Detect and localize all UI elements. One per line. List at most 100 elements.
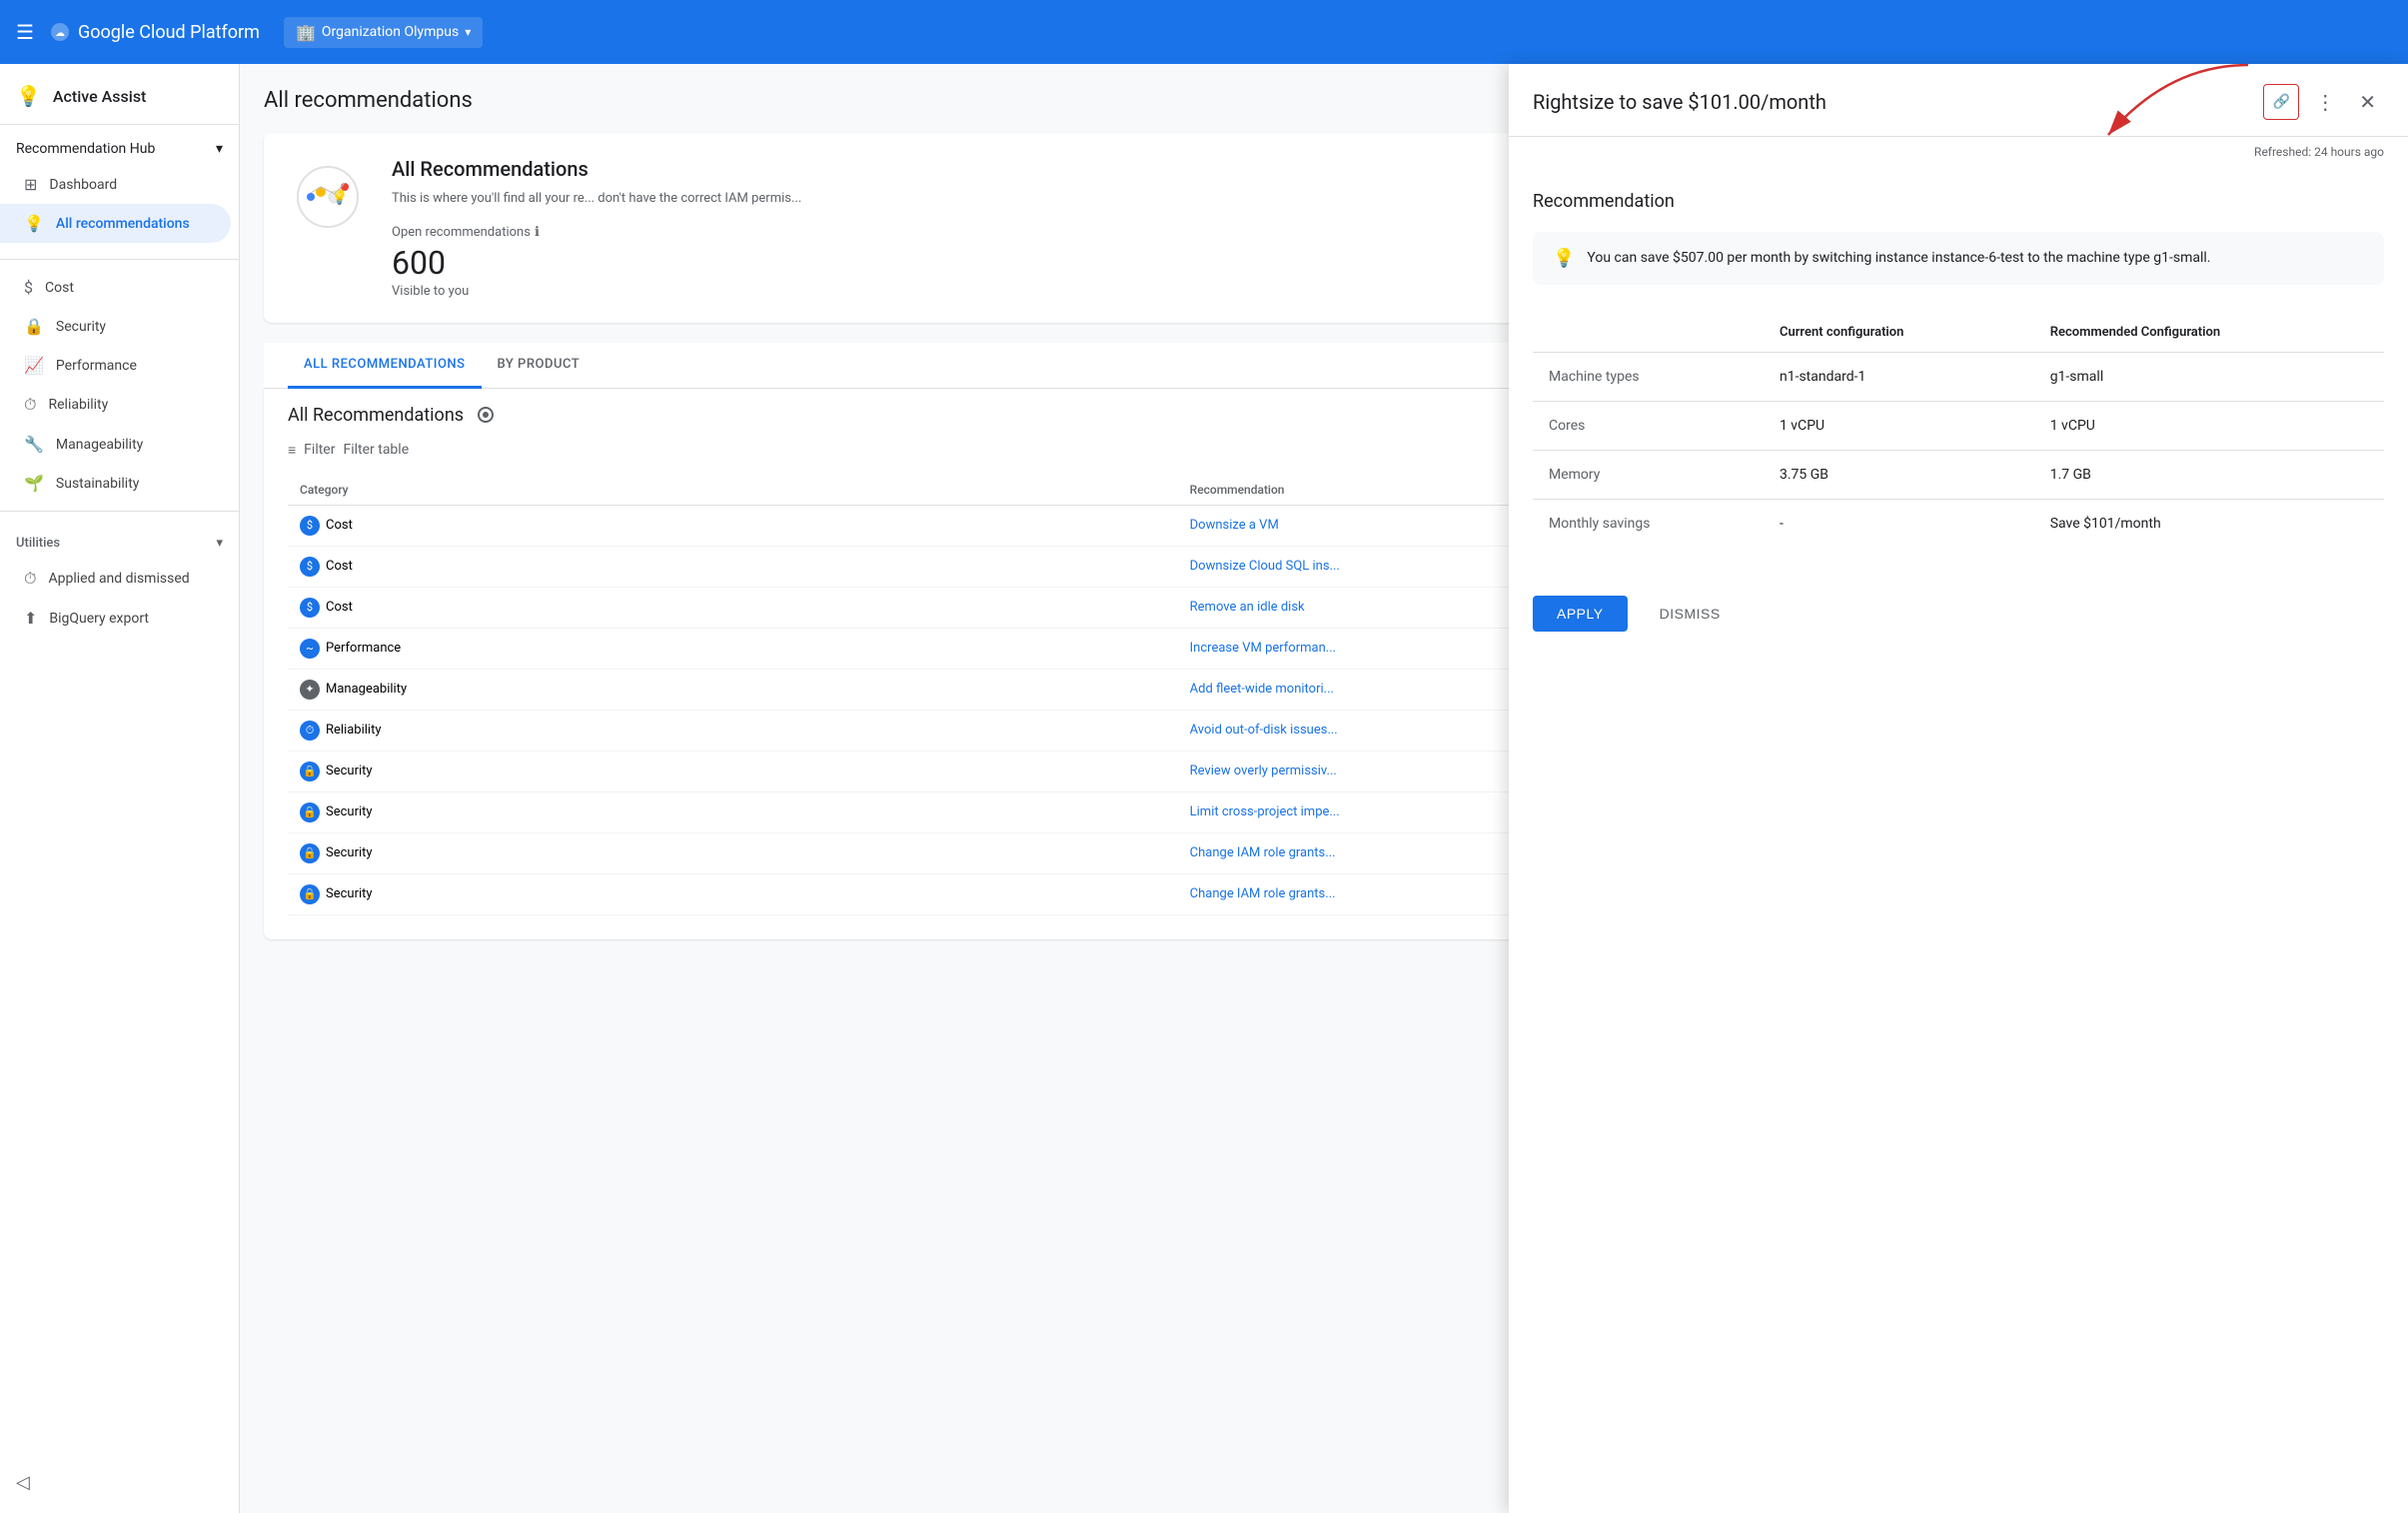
config-row-label: Monthly savings [1533, 500, 1764, 549]
config-recommended: 1 vCPU [2034, 402, 2384, 451]
panel-title: Rightsize to save $101.00/month [1533, 90, 1826, 114]
sidebar-title: Active Assist [53, 87, 146, 106]
utilities-label: Utilities [16, 536, 60, 551]
recommendation-link[interactable]: Add fleet-wide monitori... [1190, 682, 1334, 697]
kebab-menu-button[interactable]: ⋮ [2307, 86, 2343, 118]
config-row: Machine types n1-standard-1 g1-small [1533, 353, 2384, 402]
category-icon: 🔒 [300, 802, 320, 822]
sidebar-item-applied-dismissed[interactable]: ⏱ Applied and dismissed [0, 559, 231, 599]
category-label: Security [326, 763, 373, 778]
recommendation-link[interactable]: Remove an idle disk [1190, 600, 1305, 615]
recommendation-link[interactable]: Increase VM performan... [1190, 641, 1336, 656]
filter-table-label[interactable]: Filter table [343, 442, 409, 458]
recommendation-link[interactable]: Limit cross-project impe... [1190, 804, 1340, 819]
svg-text:💡: 💡 [331, 189, 348, 206]
applied-icon: ⏱ [24, 569, 36, 589]
copy-link-button[interactable]: 🔗 [2263, 84, 2299, 120]
sidebar-item-all-recommendations[interactable]: 💡 All recommendations [0, 204, 231, 243]
category-cell: $ Cost [288, 587, 1178, 628]
config-current: n1-standard-1 [1764, 353, 2034, 402]
link-icon: 🔗 [2273, 94, 2290, 110]
app-title: Google Cloud Platform [78, 22, 260, 43]
category-cell: 🔒 Security [288, 751, 1178, 791]
sidebar-item-reliability-label: Reliability [48, 397, 108, 413]
sidebar-item-reliability[interactable]: ⏱ Reliability [0, 385, 231, 425]
security-icon: 🔒 [24, 317, 44, 336]
category-cell: 🔒 Security [288, 873, 1178, 914]
tab-by-product[interactable]: BY PRODUCT [482, 343, 597, 389]
tab-all-recommendations[interactable]: ALL RECOMMENDATIONS [288, 343, 482, 389]
sidebar-item-sustainability[interactable]: 🌱 Sustainability [0, 464, 231, 503]
summary-icon-area: 💡 [288, 157, 368, 237]
category-icon: $ [300, 557, 320, 577]
sidebar-item-bigquery-export[interactable]: ⬆ BigQuery export [0, 599, 231, 638]
config-row-label: Memory [1533, 451, 1764, 500]
config-current: 3.75 GB [1764, 451, 2034, 500]
cost-icon: $ [24, 278, 33, 297]
config-recommended: Save $101/month [2034, 500, 2384, 549]
sidebar-item-sustainability-label: Sustainability [56, 476, 139, 492]
info-banner: 💡 You can save $507.00 per month by swit… [1533, 232, 2384, 285]
info-icon[interactable]: ℹ [535, 225, 540, 240]
category-cell: ✦ Manageability [288, 669, 1178, 710]
hamburger-menu[interactable]: ☰ [16, 20, 34, 44]
config-current: - [1764, 500, 2034, 549]
panel-footer: APPLY DISMISS [1509, 572, 2408, 656]
sidebar-item-applied-label: Applied and dismissed [48, 571, 189, 587]
category-label: Reliability [326, 723, 382, 738]
sidebar-item-cost[interactable]: $ Cost [0, 268, 231, 307]
category-label: Cost [326, 518, 353, 533]
recommendation-link[interactable]: Change IAM role grants... [1190, 886, 1336, 901]
category-cell: ~ Performance [288, 628, 1178, 669]
sustainability-icon: 🌱 [24, 474, 44, 493]
dismiss-button[interactable]: DISMISS [1644, 596, 1737, 632]
sidebar-item-dashboard[interactable]: ⊞ Dashboard [0, 165, 231, 204]
config-col-recommended: Recommended Configuration [2034, 313, 2384, 353]
category-label: Manageability [326, 682, 407, 697]
sidebar-item-bigquery-label: BigQuery export [49, 611, 149, 627]
apply-button[interactable]: APPLY [1533, 596, 1628, 632]
close-panel-button[interactable]: ✕ [2351, 86, 2384, 118]
filter-label[interactable]: Filter [304, 442, 335, 458]
config-current: 1 vCPU [1764, 402, 2034, 451]
panel-body: Recommendation 💡 You can save $507.00 pe… [1509, 167, 2408, 572]
sidebar-header: 💡 Active Assist [0, 64, 239, 125]
open-recs-count: 600 [392, 244, 801, 282]
sidebar-item-dashboard-label: Dashboard [49, 177, 117, 193]
summary-title: All Recommendations [392, 157, 801, 181]
panel-header: Rightsize to save $101.00/month 🔗 ⋮ ✕ [1509, 64, 2408, 137]
recommendation-link[interactable]: Downsize Cloud SQL ins... [1190, 559, 1340, 574]
sidebar-item-manageability[interactable]: 🔧 Manageability [0, 425, 231, 464]
info-text: You can save $507.00 per month by switch… [1587, 248, 2210, 269]
config-row-label: Machine types [1533, 353, 1764, 402]
recommendation-link[interactable]: Avoid out-of-disk issues... [1190, 723, 1338, 738]
config-recommended: 1.7 GB [2034, 451, 2384, 500]
utilities-section: Utilities ▾ ⏱ Applied and dismissed ⬆ Bi… [0, 520, 239, 646]
recommendation-hub-header[interactable]: Recommendation Hub ▾ [0, 133, 239, 165]
sidebar-item-all-recs-label: All recommendations [56, 216, 190, 232]
sidebar-item-performance[interactable]: 📈 Performance [0, 346, 231, 385]
open-recs: Open recommendations ℹ 600 Visible to yo… [392, 225, 801, 299]
category-label: Security [326, 886, 373, 901]
config-row: Memory 3.75 GB 1.7 GB [1533, 451, 2384, 500]
sidebar-item-cost-label: Cost [45, 280, 74, 296]
category-cell: 🔒 Security [288, 791, 1178, 832]
org-chevron-icon: ▾ [465, 25, 471, 39]
org-selector[interactable]: 🏢 Organization Olympus ▾ [284, 17, 483, 48]
sidebar-item-security[interactable]: 🔒 Security [0, 307, 231, 346]
recommendation-link[interactable]: Downsize a VM [1190, 518, 1279, 533]
svg-text:☁: ☁ [55, 28, 65, 39]
category-icon: ⏱ [300, 721, 320, 741]
org-name: Organization Olympus [322, 24, 459, 40]
dashboard-icon: ⊞ [24, 175, 37, 194]
config-row: Cores 1 vCPU 1 vCPU [1533, 402, 2384, 451]
open-recs-label: Open recommendations ℹ [392, 225, 801, 240]
collapse-sidebar-button[interactable]: ◁ [16, 1472, 30, 1493]
category-icon: ✦ [300, 680, 320, 700]
recommendation-link[interactable]: Review overly permissiv... [1190, 763, 1337, 778]
performance-icon: 📈 [24, 356, 44, 375]
category-cell: 🔒 Security [288, 832, 1178, 873]
recommendation-link[interactable]: Change IAM role grants... [1190, 845, 1336, 860]
utilities-header[interactable]: Utilities ▾ [0, 528, 239, 559]
category-label: Security [326, 804, 373, 819]
